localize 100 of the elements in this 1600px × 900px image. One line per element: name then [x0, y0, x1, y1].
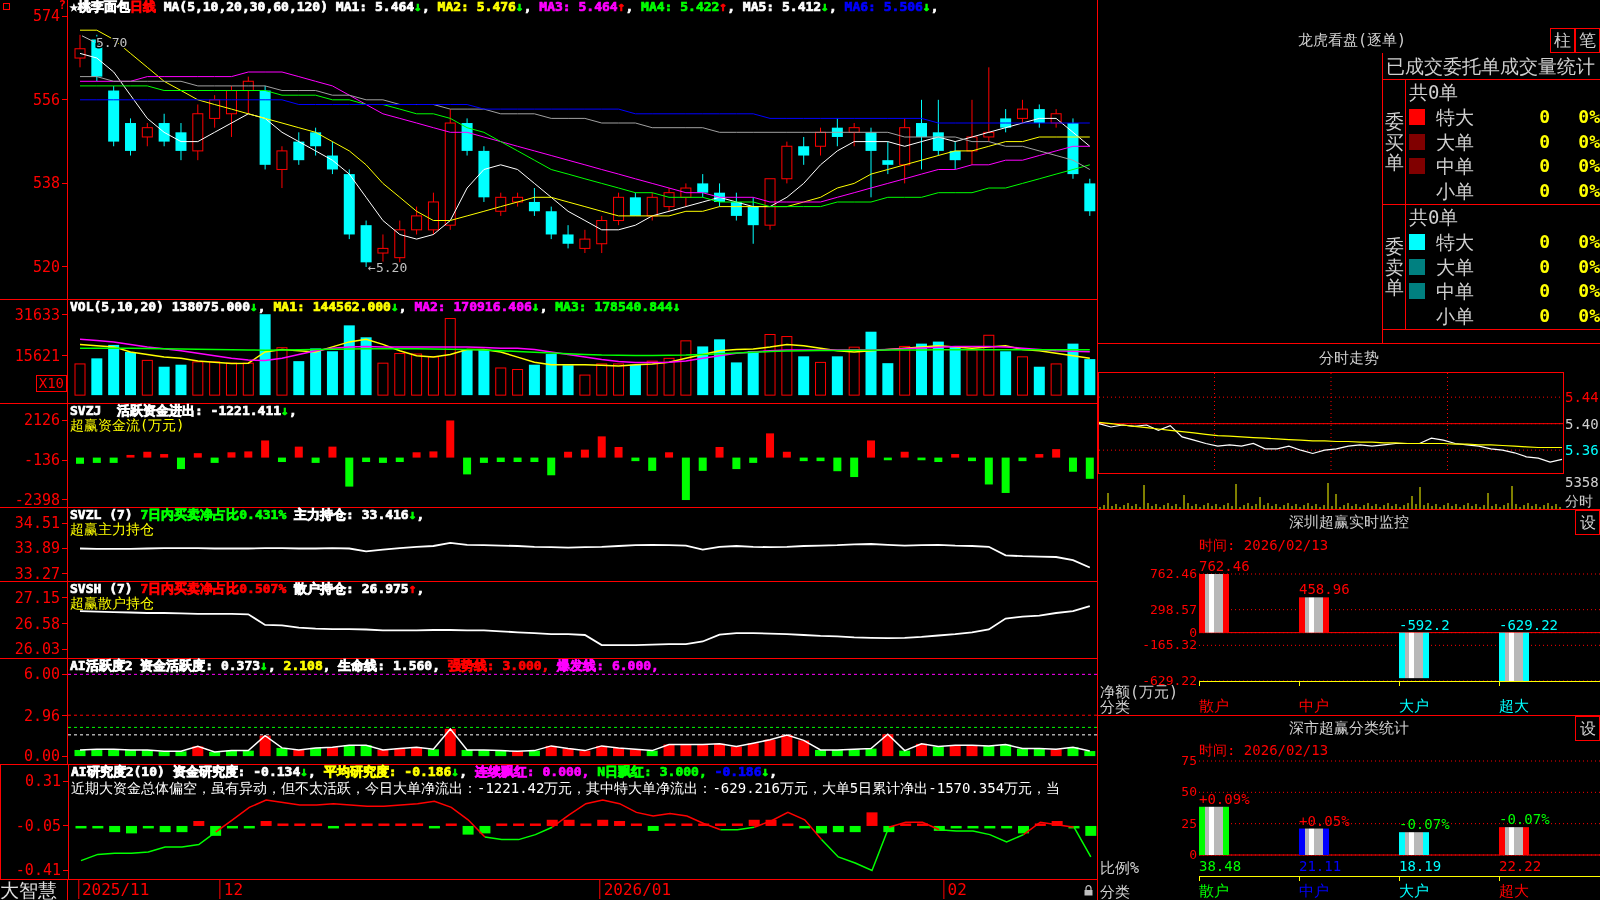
- view-toggle-button[interactable]: 柱: [1550, 28, 1575, 53]
- fund-flow-bar: [984, 457, 993, 485]
- volume-bar: [427, 356, 439, 396]
- settings-button[interactable]: 设: [1575, 510, 1600, 535]
- research-bar: [816, 825, 827, 834]
- bar-value-label: -592.2: [1399, 616, 1450, 633]
- activity-bar: [293, 749, 305, 757]
- volume-bar: [747, 351, 759, 396]
- research-bar: [462, 825, 474, 835]
- date-label: 02: [943, 880, 967, 899]
- fund-flow-bar: [900, 451, 909, 458]
- axis-tick-label: 50: [1181, 786, 1197, 799]
- section-title: 分时走势: [1318, 347, 1380, 369]
- date-label: 2026/01: [599, 880, 672, 899]
- indicator-title: 超赢资金流(万元): [70, 418, 185, 433]
- activity-bar: [966, 745, 978, 757]
- activity-bar: [916, 743, 927, 757]
- low-price-label: ←5.20: [368, 259, 408, 275]
- fund-flow-bar: [463, 457, 472, 475]
- candlestick: [225, 85, 237, 138]
- candlestick: [596, 215, 608, 254]
- bar-value-label: 762.46: [1199, 558, 1250, 574]
- fund-flow-bar: [92, 457, 101, 463]
- axis-tick-label: 0.00: [23, 750, 67, 763]
- fund-flow-bar: [345, 457, 354, 487]
- activity-bar: [276, 747, 288, 757]
- candlestick: [781, 141, 793, 184]
- fund-flow-bar: [749, 457, 758, 463]
- fund-flow-bar: [631, 457, 640, 462]
- fund-flow-bar: [648, 457, 657, 471]
- activity-bar: [764, 739, 776, 757]
- fund-flow-bar: [311, 457, 320, 463]
- research-bar: [765, 819, 777, 826]
- candlestick: [74, 34, 86, 68]
- order-percent: 0%: [1577, 179, 1600, 202]
- candlestick: [175, 122, 187, 161]
- volume-bar: [882, 363, 894, 396]
- activity-bar: [1033, 748, 1045, 757]
- fund-flow-bar: [1001, 457, 1010, 493]
- section-title: 深圳超赢实时监控: [1289, 513, 1409, 532]
- fund-flow-bar: [816, 457, 825, 462]
- activity-bar: [209, 752, 221, 757]
- fund-flow-bar: [479, 457, 488, 463]
- fund-flow-bar: [227, 452, 236, 458]
- research-bar: [1068, 825, 1080, 829]
- axis-tick-label: 33.27: [14, 567, 67, 580]
- axis-tick-label: 33.89: [14, 542, 67, 555]
- bar: [1299, 597, 1329, 633]
- volume-bar: [831, 356, 843, 396]
- axis-title: 净额(万元): [1100, 685, 1179, 700]
- research-bar: [917, 823, 928, 826]
- candlestick: [1000, 108, 1012, 133]
- period-label: 分时: [1565, 493, 1594, 509]
- volume-bar: [411, 353, 423, 396]
- fund-flow-bar: [564, 451, 573, 458]
- activity-bar: [562, 748, 574, 757]
- activity-bar: [242, 750, 254, 757]
- activity-bar: [545, 745, 557, 757]
- research-bar: [159, 825, 171, 833]
- research-bar: [412, 823, 424, 826]
- order-size-label: 特大: [1436, 106, 1475, 129]
- square-icon: [3, 3, 10, 10]
- volume-bar: [141, 359, 153, 396]
- bar-value-label: 18.19: [1399, 858, 1443, 874]
- volume-bar: [730, 362, 742, 396]
- volume-bar: [865, 331, 877, 396]
- candlestick: [512, 192, 524, 208]
- settings-button[interactable]: 设: [1575, 716, 1600, 741]
- indicator-legend: VOL(5,10,20) 138075.000↓, MA1: 144562.000↓, MA2: 170916.406↓, MA3: 178540.844↓: [70, 300, 681, 314]
- candlestick: [545, 206, 557, 240]
- volume-bar: [781, 336, 793, 396]
- fund-flow-bar: [1018, 457, 1027, 462]
- research-bar: [580, 823, 592, 826]
- volume-bar: [680, 340, 692, 396]
- research-bar: [1018, 825, 1029, 834]
- volume-bar: [377, 362, 389, 396]
- axis-tick-label: 31633: [14, 308, 67, 321]
- indicator-title: 超赢散户持仓: [70, 596, 154, 611]
- bar-value-label: 22.22: [1499, 858, 1543, 874]
- indicator-title: 超赢主力持仓: [70, 522, 154, 537]
- volume-bar: [343, 325, 355, 396]
- axis-tick-label: -165.32: [1142, 639, 1197, 652]
- fund-flow-bar: [328, 446, 337, 458]
- activity-bar: [663, 744, 675, 757]
- volume-bar: [545, 354, 557, 396]
- research-bar: [176, 825, 188, 833]
- candlestick: [394, 220, 406, 263]
- axis-tick-label: 25: [1181, 817, 1197, 830]
- fund-flow-bar: [547, 457, 556, 476]
- axis-tick-label: 556: [32, 93, 67, 106]
- research-bar: [597, 819, 609, 826]
- fund-flow-bar: [1035, 454, 1044, 458]
- candlestick: [848, 122, 860, 147]
- activity-bar: [882, 734, 894, 757]
- activity-bar: [427, 749, 439, 757]
- fund-flow-bar: [1052, 449, 1061, 458]
- candlestick: [916, 99, 927, 170]
- volume-bar: [764, 334, 776, 396]
- view-toggle-button[interactable]: 笔: [1575, 28, 1600, 53]
- order-percent: 0%: [1577, 231, 1600, 254]
